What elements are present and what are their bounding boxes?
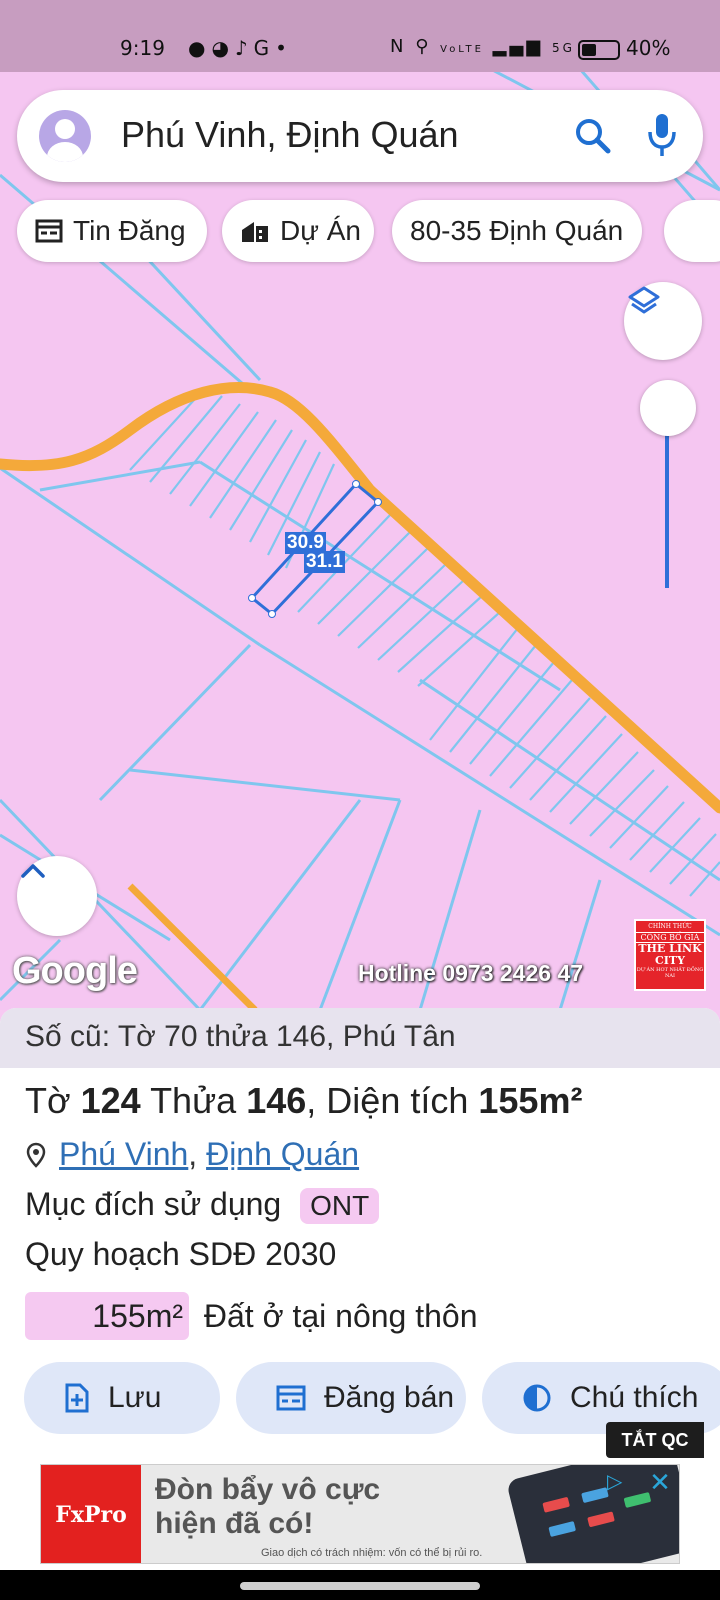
app-icon: ◕ bbox=[211, 36, 235, 60]
dot-icon: • bbox=[275, 36, 293, 60]
nfc-icon: N bbox=[390, 36, 407, 57]
chip-more[interactable] bbox=[664, 200, 720, 262]
ad-disclaimer: Giao dịch có trách nhiệm: vốn có thể bị … bbox=[261, 1547, 483, 1559]
close-icon[interactable]: ✕ bbox=[645, 1467, 675, 1497]
ad-brand-logo: FxPro bbox=[41, 1465, 141, 1563]
hide-ads-button[interactable]: TẮT QC bbox=[606, 1422, 704, 1458]
status-bar: 9:19 ●◕♪G• N ⚲ VoLTE ▂▄▆ 5G 40% bbox=[0, 0, 720, 72]
chip-label: Tin Đăng bbox=[73, 215, 186, 246]
parcel-label: Thửa bbox=[150, 1080, 237, 1121]
adchoices-icon[interactable]: ▷ bbox=[607, 1469, 637, 1495]
badge-line: THE LINK CITY bbox=[638, 942, 702, 967]
search-input[interactable]: Phú Vinh, Định Quán bbox=[121, 114, 459, 156]
chevron-up-icon bbox=[21, 864, 45, 878]
side-road bbox=[127, 883, 258, 1010]
hotline-watermark: Hotline 0973 2426 47 bbox=[358, 960, 584, 986]
google-icon: G bbox=[253, 36, 276, 60]
land-use-label: Mục đích sử dụng bbox=[25, 1186, 282, 1222]
parcel-title: Tờ 124 Thửa 146, Diện tích 155m² bbox=[25, 1080, 582, 1122]
volte-icon: VoLTE bbox=[440, 44, 484, 55]
location-row: Phú Vinh, Định Quán bbox=[25, 1136, 359, 1173]
promo-badge[interactable]: CHÍNH THỨC CÔNG BỐ GIÁ THE LINK CITY DỰ … bbox=[634, 919, 706, 991]
building-icon bbox=[242, 222, 268, 242]
save-button[interactable]: Lưu bbox=[24, 1362, 220, 1434]
ad-banner[interactable]: FxPro Đòn bẩy vô cực hiện đã có! ▷ ✕ Gia… bbox=[40, 1464, 680, 1564]
zoom-slider-handle[interactable] bbox=[640, 380, 696, 436]
chip-projects[interactable]: Dự Án bbox=[222, 200, 374, 262]
post-for-sale-button[interactable]: Đăng bán bbox=[236, 1362, 466, 1434]
listing-icon bbox=[35, 219, 63, 243]
chip-area[interactable]: 80-35 Định Quán bbox=[392, 200, 642, 262]
badge-line: CHÍNH THỨC bbox=[648, 923, 692, 930]
signal-icon: ▂▄▆ bbox=[492, 36, 544, 57]
battery-percent: 40% bbox=[626, 36, 671, 60]
location-pin-icon bbox=[26, 1142, 46, 1168]
action-label: Chú thích bbox=[570, 1381, 699, 1414]
plan-row: 155m² Đất ở tại nông thôn bbox=[25, 1292, 478, 1340]
5g-icon: 5G bbox=[551, 41, 575, 55]
layers-icon bbox=[628, 286, 660, 314]
commune-link[interactable]: Phú Vinh bbox=[59, 1136, 188, 1172]
search-icon[interactable] bbox=[571, 114, 615, 158]
status-time: 9:19 bbox=[120, 36, 165, 60]
plan-area: 155m² bbox=[25, 1292, 189, 1340]
old-parcel-number: Số cũ: Tờ 70 thửa 146, Phú Tân bbox=[0, 1008, 720, 1068]
zoom-slider-track[interactable] bbox=[665, 420, 669, 588]
land-use-row: Mục đích sử dụng ONT bbox=[25, 1186, 380, 1224]
google-attribution: Google bbox=[12, 950, 138, 992]
parcel-edge-label: 31.1 bbox=[304, 551, 345, 573]
plan-title: Quy hoạch SDĐ 2030 bbox=[25, 1236, 337, 1272]
legend-icon bbox=[523, 1384, 551, 1412]
chip-label: 80-35 Định Quán bbox=[410, 215, 624, 246]
ad-headline: Đòn bẩy vô cực hiện đã có! bbox=[155, 1473, 380, 1541]
area-label: , Diện tích bbox=[306, 1080, 469, 1121]
chip-label: Dự Án bbox=[280, 215, 361, 246]
expand-panel-button[interactable] bbox=[17, 856, 97, 936]
notification-icons: ●◕♪G• bbox=[188, 36, 293, 60]
action-label: Lưu bbox=[108, 1381, 162, 1414]
land-use-tag: ONT bbox=[300, 1188, 380, 1224]
tiktok-icon: ♪ bbox=[234, 36, 254, 60]
plan-description: Đất ở tại nông thôn bbox=[203, 1298, 478, 1334]
bookmark-add-icon bbox=[65, 1383, 89, 1413]
sheet-label: Tờ bbox=[25, 1080, 71, 1121]
layers-button[interactable] bbox=[624, 282, 702, 360]
avatar[interactable] bbox=[39, 110, 91, 162]
listing-icon bbox=[276, 1385, 306, 1411]
sheet-number: 124 bbox=[80, 1080, 141, 1121]
area-value: 155m² bbox=[478, 1080, 583, 1121]
gesture-nav-bar bbox=[0, 1570, 720, 1600]
ad-headline-line: Đòn bẩy vô cực bbox=[155, 1473, 381, 1506]
system-icons: N ⚲ VoLTE ▂▄▆ 5G bbox=[390, 36, 575, 57]
parcel-number: 146 bbox=[246, 1080, 307, 1121]
battery-icon bbox=[578, 40, 620, 60]
chip-listings[interactable]: Tin Đăng bbox=[17, 200, 207, 262]
action-label: Đăng bán bbox=[324, 1381, 455, 1414]
home-indicator[interactable] bbox=[240, 1582, 480, 1590]
location-icon: ⚲ bbox=[415, 36, 432, 57]
search-bar[interactable]: Phú Vinh, Định Quán bbox=[17, 90, 703, 182]
app-icon: ● bbox=[188, 36, 212, 60]
mic-icon[interactable] bbox=[647, 112, 677, 160]
district-link[interactable]: Định Quán bbox=[206, 1136, 359, 1172]
ad-headline-line: hiện đã có! bbox=[155, 1507, 314, 1540]
badge-line: DỰ ÁN HOT NHẤT ĐỒNG NAI bbox=[636, 967, 704, 979]
